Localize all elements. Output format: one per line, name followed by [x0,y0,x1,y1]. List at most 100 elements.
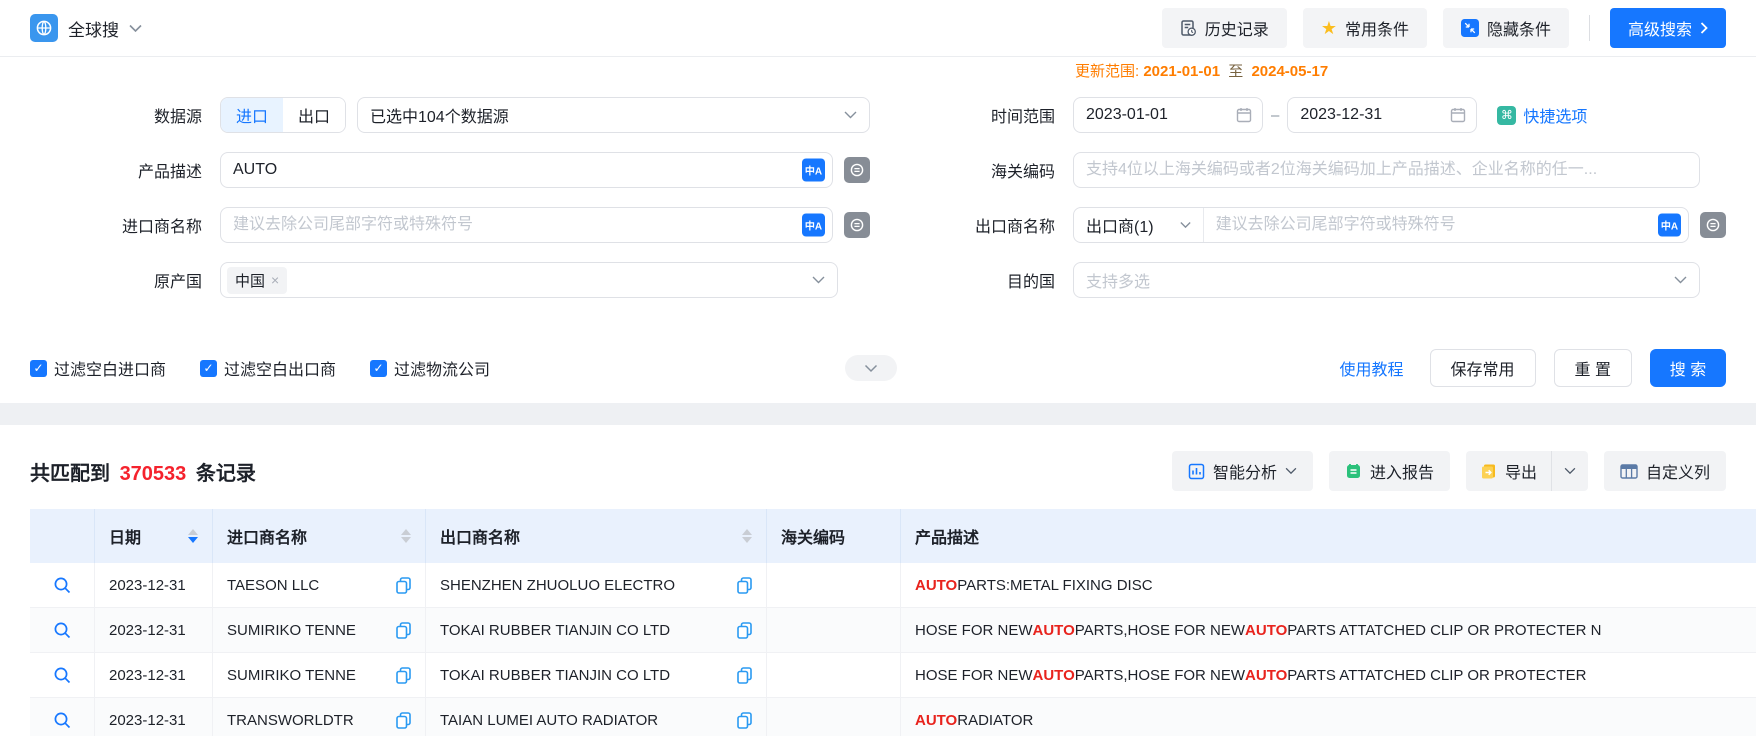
row-exporter-name[interactable]: TAIAN LUMEI AUTO RADIATOR [440,712,729,729]
copy-icon[interactable] [396,576,411,594]
row-hscode [767,653,901,697]
calendar-icon[interactable] [1236,107,1252,123]
hide-conditions-button[interactable]: 隐藏条件 [1442,8,1569,48]
collapse-form-button[interactable] [845,355,897,381]
import-tab[interactable]: 进口 [221,98,283,132]
export-button[interactable]: 导出 [1466,451,1551,491]
history-icon [1181,19,1196,36]
chevron-down-icon [812,276,825,284]
section-divider [0,403,1756,425]
exporter-type-value: 出口商(1) [1086,219,1154,236]
sort-importer-control[interactable] [401,529,411,543]
row-exporter-name[interactable]: SHENZHEN ZHUOLUO ELECTRO [440,577,729,594]
copy-icon[interactable] [737,576,752,594]
exporter-type-select[interactable]: 出口商(1) [1074,208,1204,242]
filter-logistics[interactable]: ✓ 过滤物流公司 [370,356,490,380]
row-date: 2023-12-31 [95,563,213,607]
date-from-input[interactable] [1074,98,1262,132]
sort-exporter-control[interactable] [742,529,752,543]
row-product: HOSE FOR NEW AUTO PARTS,HOSE FOR NEW AUT… [915,666,1587,684]
row-importer-cell: TRANSWORLDTR [213,698,426,736]
checkbox-checked-icon[interactable]: ✓ [370,359,388,377]
row-importer-name[interactable]: SUMIRIKO TENNE [227,622,388,639]
favorites-button[interactable]: ★ 常用条件 [1302,8,1427,48]
copy-icon[interactable] [737,711,752,729]
date-separator: – [1271,106,1280,124]
quick-options-link[interactable]: ⌘ 快捷选项 [1497,103,1587,127]
row-importer-cell: SUMIRIKO TENNE [213,653,426,697]
topbar-actions: 历史记录 ★ 常用条件 隐藏条件 高级搜索 [1161,8,1726,48]
row-importer-name[interactable]: TAESON LLC [227,577,388,594]
similar-search-icon[interactable] [1700,212,1726,238]
row-importer-cell: SUMIRIKO TENNE [213,608,426,652]
advanced-search-button[interactable]: 高级搜索 [1609,8,1726,48]
copy-icon[interactable] [396,621,411,639]
datasource-select[interactable]: 已选中104个数据源 [357,97,870,133]
row-importer-name[interactable]: SUMIRIKO TENNE [227,667,388,684]
calendar-icon[interactable] [1450,107,1466,123]
copy-icon[interactable] [737,666,752,684]
chevron-down-icon [1285,467,1297,475]
form-actions: 使用教程 保存常用 重 置 搜 索 [1340,349,1726,387]
results-header: 共匹配到 370533 条记录 智能分析 进入报告 导出 自定义列 [0,425,1756,509]
custom-columns-label: 自定义列 [1645,465,1710,482]
search-icon[interactable] [53,621,72,640]
advanced-search-label: 高级搜索 [1627,22,1692,39]
export-tab[interactable]: 出口 [283,98,345,132]
header-importer[interactable]: 进口商名称 [213,509,426,563]
translate-icon[interactable]: 中A [802,158,825,182]
app-title: 全球搜 [68,20,119,40]
export-more-button[interactable] [1550,451,1588,491]
quick-options-label: 快捷选项 [1523,109,1588,126]
search-icon[interactable] [53,576,72,595]
header-date[interactable]: 日期 [95,509,213,563]
copy-icon[interactable] [396,666,411,684]
sort-date-control[interactable] [188,529,198,543]
row-exporter-name[interactable]: TOKAI RUBBER TIANJIN CO LTD [440,667,729,684]
search-icon[interactable] [53,711,72,730]
similar-search-icon[interactable] [844,157,870,183]
origin-country-select[interactable]: 中国 × [220,262,838,298]
date-to-input[interactable] [1288,98,1477,132]
enter-report-button[interactable]: 进入报告 [1328,451,1450,491]
similar-search-icon[interactable] [844,212,870,238]
app-brand[interactable]: 全球搜 [30,14,142,42]
search-icon[interactable] [53,666,72,685]
export-label: 导出 [1504,465,1537,482]
copy-icon[interactable] [396,711,411,729]
table-row: 2023-12-31 TAESON LLC SHENZHEN ZHUOLUO E… [30,563,1756,608]
translate-icon[interactable]: 中A [1658,213,1681,237]
header-exporter[interactable]: 出口商名称 [426,509,767,563]
reset-button[interactable]: 重 置 [1553,349,1632,387]
filter-empty-importer[interactable]: ✓ 过滤空白进口商 [30,356,166,380]
translate-icon[interactable]: 中A [802,213,825,237]
exporter-input[interactable] [1203,208,1688,242]
row-exporter-name[interactable]: TOKAI RUBBER TIANJIN CO LTD [440,622,729,639]
importer-input-box: 中A [220,207,833,243]
destination-select[interactable]: 支持多选 [1073,262,1700,298]
row-detail-cell [30,608,95,652]
product-input[interactable] [221,153,832,187]
row-importer-name[interactable]: TRANSWORLDTR [227,712,388,729]
globe-icon [30,14,58,42]
exporter-label: 出口商名称 [974,219,1055,236]
tutorial-link[interactable]: 使用教程 [1340,356,1404,380]
checkbox-checked-icon[interactable]: ✓ [200,359,218,377]
custom-columns-button[interactable]: 自定义列 [1603,451,1726,491]
search-button[interactable]: 搜 索 [1650,349,1726,387]
filter-empty-exporter[interactable]: ✓ 过滤空白出口商 [200,356,336,380]
checkbox-checked-icon[interactable]: ✓ [30,359,47,377]
history-button[interactable]: 历史记录 [1161,8,1287,48]
close-icon[interactable]: × [271,272,279,288]
importer-input[interactable] [221,208,832,242]
results-table: 日期 进口商名称 出口商名称 海关编码 产品描述 2023-12-31 TAES… [30,509,1756,736]
update-range-to: 2024-05-17 [1251,63,1329,80]
save-favorite-button[interactable]: 保存常用 [1429,349,1536,387]
smart-analysis-button[interactable]: 智能分析 [1171,451,1313,491]
exporter-input-group: 出口商(1) 中A [1073,207,1689,243]
shortcut-icon: ⌘ [1497,105,1517,125]
row-exporter-cell: TOKAI RUBBER TIANJIN CO LTD [426,608,767,652]
copy-icon[interactable] [737,621,752,639]
hscode-input[interactable] [1074,153,1699,187]
row-hscode [767,698,901,736]
